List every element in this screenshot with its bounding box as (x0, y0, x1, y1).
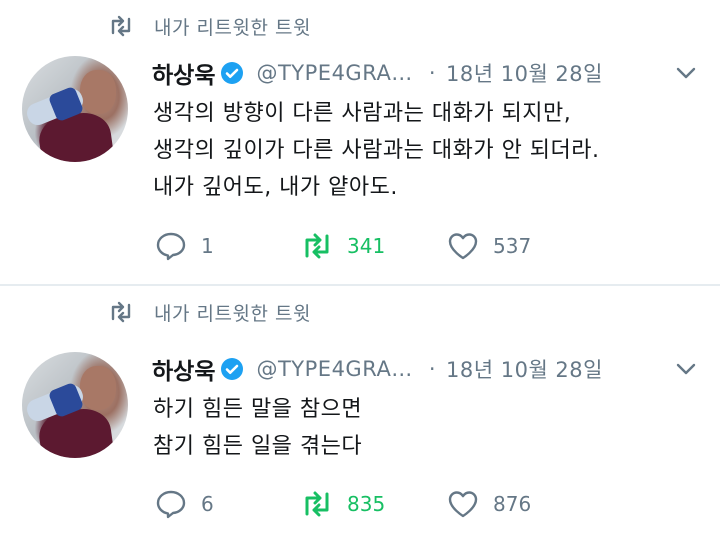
tweet-timestamp[interactable]: 18년 10월 28일 (446, 58, 603, 88)
retweet-context: 내가 리트윗한 트윗 (108, 12, 311, 40)
separator-dot: · (428, 357, 436, 381)
tweet-text-line: 생각의 방향이 다른 사람과는 대화가 되지만, (153, 101, 572, 126)
retweet-context-label: 내가 리트윗한 트윗 (154, 16, 311, 39)
tweet-text: 하기 힘든 말을 참으면 참기 힘든 일을 겪는다 (153, 391, 362, 465)
tweet-card[interactable]: 내가 리트윗한 트윗 하상욱 @TYPE4GRA… · 18년 10월 28일 … (0, 286, 720, 541)
avatar[interactable] (22, 56, 128, 162)
tweet-header: 하상욱 @TYPE4GRA… · 18년 10월 28일 (152, 55, 603, 91)
tweet-header: 하상욱 @TYPE4GRA… · 18년 10월 28일 (152, 351, 603, 387)
retweet-button[interactable]: 835 (301, 489, 385, 519)
tweet-text-line: 하기 힘든 말을 참으면 (153, 397, 363, 422)
reply-icon (156, 232, 186, 261)
verified-badge-icon (221, 358, 244, 380)
reply-count: 6 (201, 492, 214, 516)
reply-button[interactable]: 6 (155, 489, 214, 519)
reply-count: 1 (201, 234, 214, 258)
heart-icon (448, 233, 478, 260)
tweet-card[interactable]: 내가 리트윗한 트윗 하상욱 @TYPE4GRA… · 18년 10월 28일 … (0, 0, 720, 284)
tweet-text-line: 내가 깊어도, 내가 얕아도. (153, 175, 398, 200)
chevron-down-icon[interactable] (676, 66, 696, 80)
like-button[interactable]: 537 (447, 231, 531, 261)
reply-icon (156, 490, 186, 519)
tweet-text-line: 참기 힘든 일을 겪는다 (153, 434, 363, 459)
heart-icon (448, 491, 478, 518)
retweet-button[interactable]: 341 (301, 231, 385, 261)
retweet-count: 835 (347, 492, 386, 516)
tweet-text: 생각의 방향이 다른 사람과는 대화가 되지만, 생각의 깊이가 다른 사람과는… (153, 95, 600, 206)
verified-badge-icon (221, 62, 244, 84)
author-name[interactable]: 하상욱 (152, 56, 215, 90)
retweet-icon (111, 15, 131, 37)
retweet-count: 341 (347, 234, 386, 258)
retweet-icon (305, 233, 329, 259)
avatar[interactable] (22, 352, 128, 458)
like-count: 876 (493, 492, 532, 516)
chevron-down-icon[interactable] (676, 362, 696, 376)
retweet-icon (111, 301, 131, 323)
like-button[interactable]: 876 (447, 489, 531, 519)
retweet-context-label: 내가 리트윗한 트윗 (154, 302, 311, 325)
author-handle[interactable]: @TYPE4GRA… (256, 61, 412, 85)
tweet-timestamp[interactable]: 18년 10월 28일 (446, 354, 603, 384)
author-name[interactable]: 하상욱 (152, 352, 215, 386)
retweet-icon (305, 491, 329, 517)
reply-button[interactable]: 1 (155, 231, 214, 261)
separator-dot: · (428, 61, 436, 85)
tweet-text-line: 생각의 깊이가 다른 사람과는 대화가 안 되더라. (153, 138, 600, 163)
author-handle[interactable]: @TYPE4GRA… (256, 357, 412, 381)
retweet-context: 내가 리트윗한 트윗 (108, 298, 311, 326)
like-count: 537 (493, 234, 532, 258)
